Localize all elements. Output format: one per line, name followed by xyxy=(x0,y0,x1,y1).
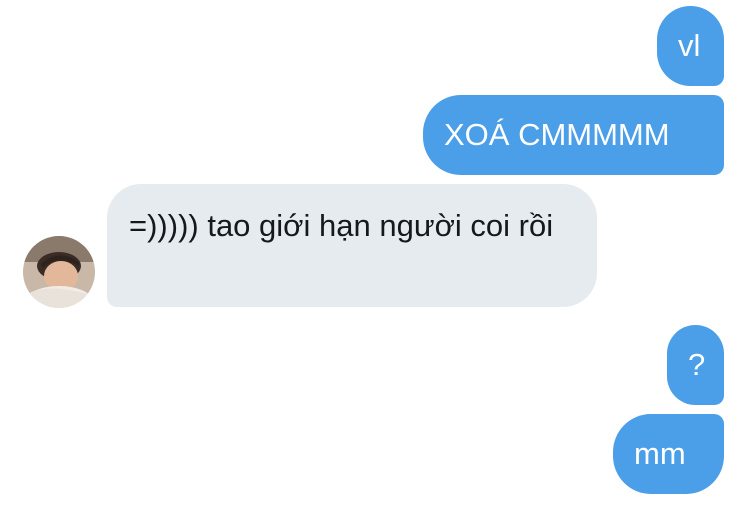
sent-message-bubble[interactable]: vl xyxy=(657,6,724,86)
received-message-bubble[interactable]: =))))) tao giới hạn người coi rồi xyxy=(107,184,597,307)
message-text: vl xyxy=(678,28,701,63)
sent-message-bubble[interactable]: XOÁ CMMMMM xyxy=(423,95,724,175)
message-text: mm xyxy=(634,436,686,471)
message-text: XOÁ CMMMMM xyxy=(444,117,670,152)
contact-avatar[interactable] xyxy=(23,236,95,308)
message-text: ? xyxy=(688,347,706,382)
message-thread: vl XOÁ CMMMMM =))))) tao giới hạn người … xyxy=(0,0,749,510)
message-text: =))))) tao giới hạn người coi rồi xyxy=(129,208,554,243)
sent-message-bubble[interactable]: ? xyxy=(667,325,724,405)
sent-message-bubble[interactable]: mm xyxy=(613,414,724,494)
avatar-photo-icon xyxy=(23,236,95,308)
